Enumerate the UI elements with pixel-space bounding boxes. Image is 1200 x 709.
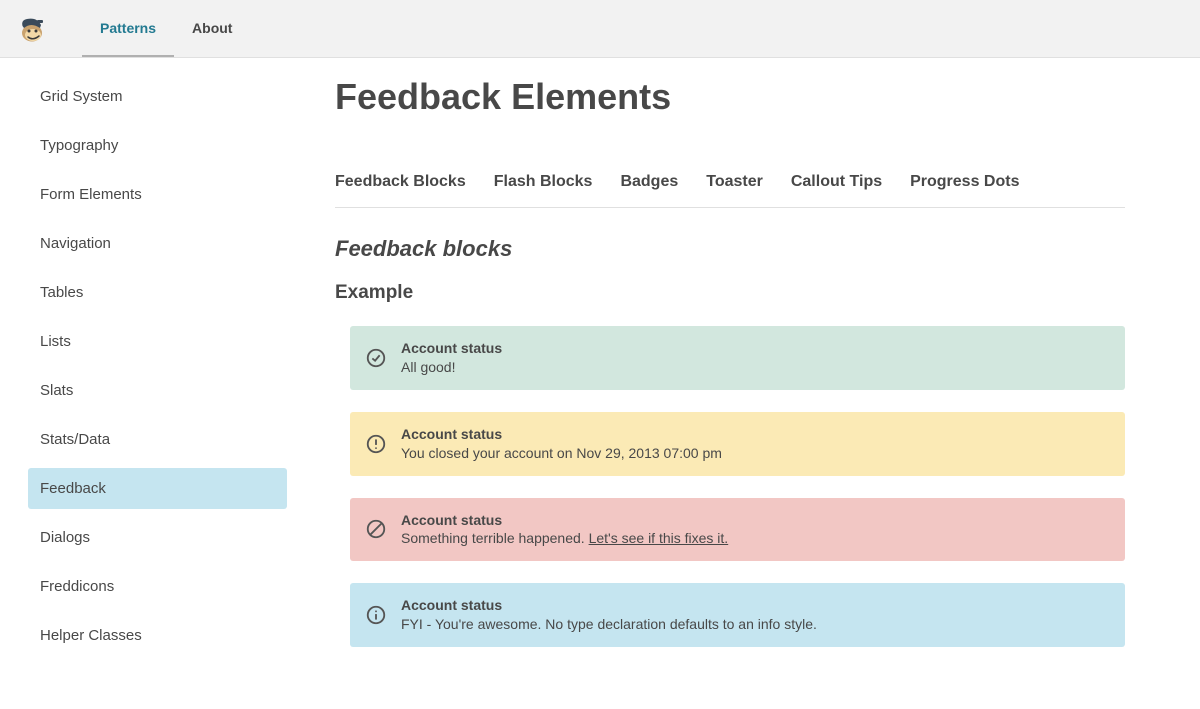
feedback-block-warning: Account status You closed your account o… xyxy=(350,412,1125,476)
check-circle-icon xyxy=(365,347,387,369)
sidebar: Grid System Typography Form Elements Nav… xyxy=(0,58,295,709)
prohibit-icon xyxy=(365,518,387,540)
sidebar-item-navigation[interactable]: Navigation xyxy=(28,223,287,264)
feedback-body: Something terrible happened. Let's see i… xyxy=(401,529,728,548)
sidebar-item-grid-system[interactable]: Grid System xyxy=(28,76,287,117)
section-title: Feedback blocks xyxy=(335,236,1125,262)
sidebar-item-lists[interactable]: Lists xyxy=(28,321,287,362)
subtab-progress-dots[interactable]: Progress Dots xyxy=(910,173,1019,191)
page-title: Feedback Elements xyxy=(335,76,1125,118)
subtab-toaster[interactable]: Toaster xyxy=(706,173,763,191)
sidebar-item-form-elements[interactable]: Form Elements xyxy=(28,174,287,215)
subtab-badges[interactable]: Badges xyxy=(620,173,678,191)
main-content: Feedback Elements Feedback Blocks Flash … xyxy=(295,58,1165,709)
sidebar-item-dialogs[interactable]: Dialogs xyxy=(28,517,287,558)
info-circle-icon xyxy=(365,604,387,626)
sidebar-item-tables[interactable]: Tables xyxy=(28,272,287,313)
nav-tab-about[interactable]: About xyxy=(174,0,250,57)
feedback-body: You closed your account on Nov 29, 2013 … xyxy=(401,444,722,463)
feedback-title: Account status xyxy=(401,339,502,358)
sidebar-item-typography[interactable]: Typography xyxy=(28,125,287,166)
subtab-feedback-blocks[interactable]: Feedback Blocks xyxy=(335,173,466,191)
logo-freddie[interactable] xyxy=(15,13,47,45)
subtab-callout-tips[interactable]: Callout Tips xyxy=(791,173,882,191)
feedback-title: Account status xyxy=(401,511,728,530)
subtabs: Feedback Blocks Flash Blocks Badges Toas… xyxy=(335,173,1125,208)
nav-tabs: Patterns About xyxy=(82,0,250,57)
feedback-body: All good! xyxy=(401,358,502,377)
feedback-title: Account status xyxy=(401,425,722,444)
sidebar-item-freddicons[interactable]: Freddicons xyxy=(28,566,287,607)
feedback-body: FYI - You're awesome. No type declaratio… xyxy=(401,615,817,634)
sidebar-item-slats[interactable]: Slats xyxy=(28,370,287,411)
subtab-flash-blocks[interactable]: Flash Blocks xyxy=(494,173,593,191)
sidebar-item-feedback[interactable]: Feedback xyxy=(28,468,287,509)
feedback-block-error: Account status Something terrible happen… xyxy=(350,498,1125,562)
feedback-title: Account status xyxy=(401,596,817,615)
feedback-block-success: Account status All good! xyxy=(350,326,1125,390)
sidebar-item-stats-data[interactable]: Stats/Data xyxy=(28,419,287,460)
alert-circle-icon xyxy=(365,433,387,455)
feedback-block-info: Account status FYI - You're awesome. No … xyxy=(350,583,1125,647)
subsection-title-example: Example xyxy=(335,282,1125,304)
nav-tab-patterns[interactable]: Patterns xyxy=(82,0,174,57)
header: Patterns About xyxy=(0,0,1200,58)
sidebar-item-helper-classes[interactable]: Helper Classes xyxy=(28,615,287,656)
feedback-error-link[interactable]: Let's see if this fixes it. xyxy=(589,530,729,546)
